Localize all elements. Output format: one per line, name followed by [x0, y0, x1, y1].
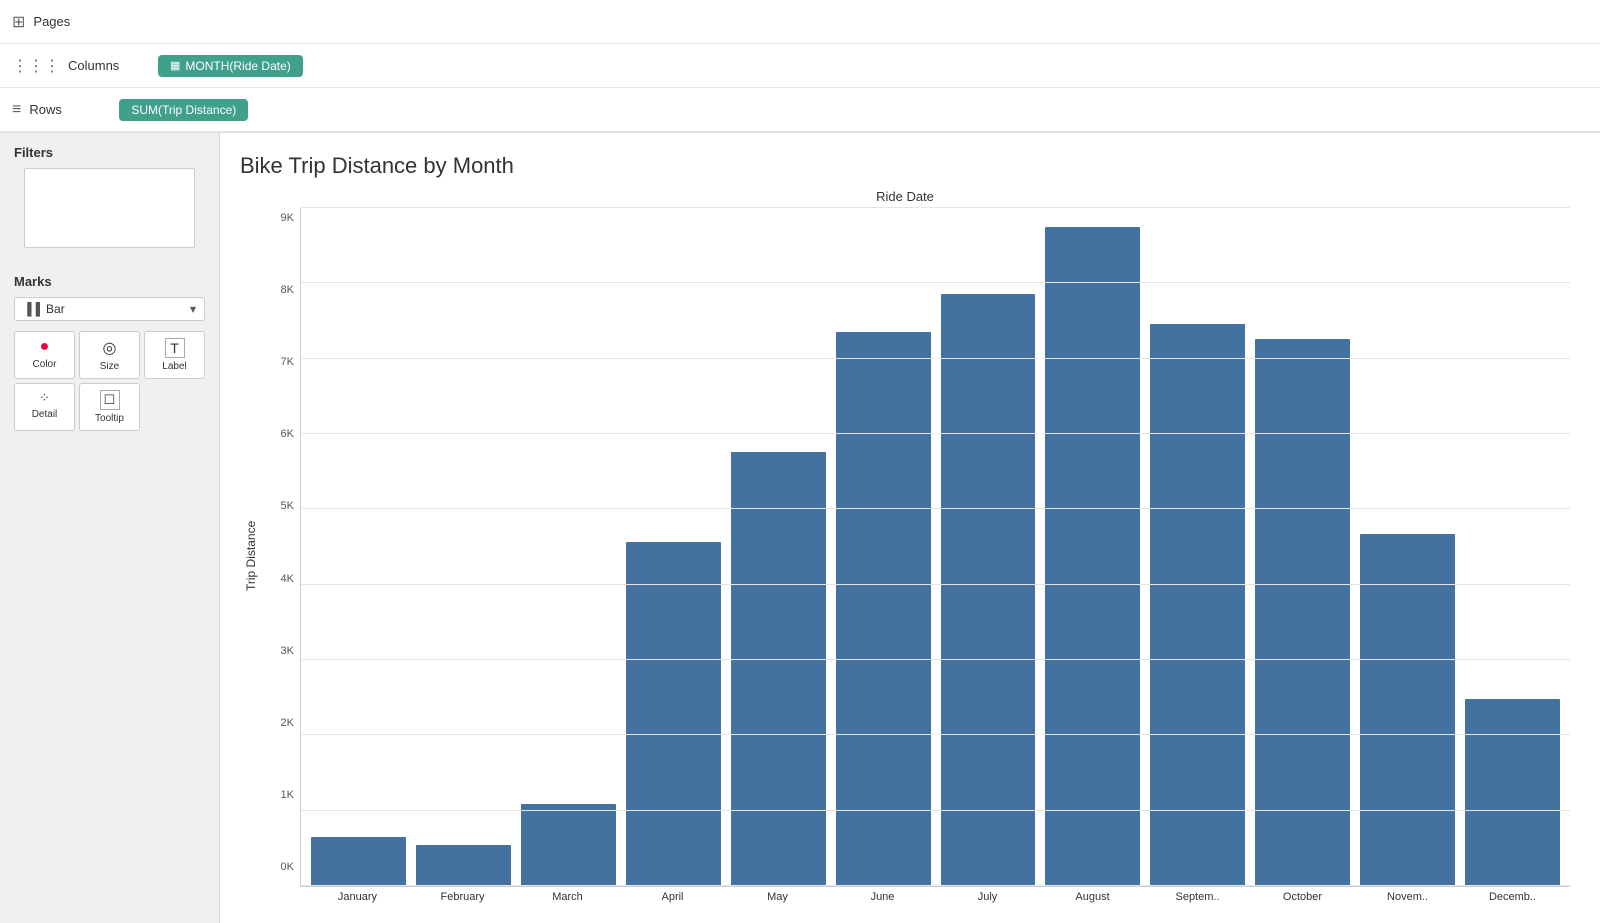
sidebar: Filters Marks ▐▐ Bar ▾ ● Color ◎ Size [0, 133, 220, 923]
columns-pill[interactable]: ▦ MONTH(Ride Date) [158, 55, 303, 77]
calendar-icon: ▦ [170, 59, 180, 72]
bar-group[interactable] [626, 212, 721, 886]
x-labels: January February March April May June July Augu… [300, 887, 1570, 903]
rows-icon: ≡ [12, 101, 21, 119]
x-label: August [1045, 887, 1140, 903]
x-label: February [415, 887, 510, 903]
bars-area [300, 208, 1570, 887]
x-label: July [940, 887, 1035, 903]
bar-chart-icon: ▐▐ [23, 302, 40, 316]
marks-buttons-grid: ● Color ◎ Size T Label ⁘ Detail ☐ Tool [14, 331, 205, 431]
x-label: Decemb.. [1465, 887, 1560, 903]
bars-and-yaxis: 0K 1K 2K 3K 4K 5K 6K 7K 8K 9K January February Marc… [264, 208, 1570, 903]
x-axis-title: Ride Date [240, 189, 1570, 204]
color-button[interactable]: ● Color [14, 331, 75, 379]
y-tick: 9K [264, 212, 294, 224]
size-label: Size [100, 361, 119, 372]
color-icon: ● [40, 338, 50, 356]
marks-title: Marks [14, 274, 205, 289]
x-label: March [520, 887, 615, 903]
marks-type-label: Bar [46, 302, 65, 316]
marks-section: Marks ▐▐ Bar ▾ ● Color ◎ Size T Label [0, 264, 219, 443]
tooltip-icon: ☐ [100, 390, 120, 410]
rows-shelf: ≡ Rows SUM(Trip Distance) [0, 88, 1600, 132]
y-tick: 4K [264, 573, 294, 585]
columns-shelf: ⋮⋮⋮ Columns ▦ MONTH(Ride Date) [0, 44, 1600, 88]
y-tick: 7K [264, 356, 294, 368]
bar[interactable] [1150, 324, 1245, 886]
x-label: May [730, 887, 825, 903]
y-tick: 5K [264, 500, 294, 512]
x-label: April [625, 887, 720, 903]
y-axis-title: Trip Distance [240, 208, 264, 903]
x-label: October [1255, 887, 1350, 903]
bar[interactable] [1255, 339, 1350, 886]
y-ticks: 0K 1K 2K 3K 4K 5K 6K 7K 8K 9K [264, 208, 300, 903]
bar[interactable] [731, 452, 826, 886]
bar[interactable] [1465, 699, 1560, 886]
y-tick: 1K [264, 789, 294, 801]
tooltip-label: Tooltip [95, 413, 124, 424]
shelves-panel: ⊞ Pages ⋮⋮⋮ Columns ▦ MONTH(Ride Date) ≡… [0, 0, 1600, 133]
bar-group[interactable] [1360, 212, 1455, 886]
columns-label: Columns [68, 58, 158, 73]
columns-icon: ⋮⋮⋮ [12, 56, 60, 76]
bar-group[interactable] [1150, 212, 1245, 886]
color-label: Color [33, 359, 57, 370]
x-label: Septem.. [1150, 887, 1245, 903]
bar-group[interactable] [521, 212, 616, 886]
marks-type-dropdown[interactable]: ▐▐ Bar ▾ [14, 297, 205, 321]
pages-icon: ⊞ [12, 12, 25, 32]
bar-group[interactable] [1045, 212, 1140, 886]
chart-plot-area: Trip Distance 0K 1K 2K 3K 4K 5K 6K 7K 8K 9K Janua… [240, 208, 1570, 903]
tooltip-button[interactable]: ☐ Tooltip [79, 383, 140, 431]
bar[interactable] [1045, 227, 1140, 886]
pages-shelf: ⊞ Pages [0, 0, 1600, 44]
rows-pill[interactable]: SUM(Trip Distance) [119, 99, 248, 121]
bar[interactable] [416, 845, 511, 886]
detail-icon: ⁘ [39, 390, 50, 406]
bar-group[interactable] [836, 212, 931, 886]
bar-group[interactable] [1465, 212, 1560, 886]
bar[interactable] [521, 804, 616, 886]
bar-group[interactable] [1255, 212, 1350, 886]
pages-label: Pages [33, 14, 123, 29]
y-tick: 0K [264, 861, 294, 873]
bar[interactable] [311, 837, 406, 886]
filters-content [24, 168, 195, 248]
bar[interactable] [626, 542, 721, 886]
chart-canvas: 0K 1K 2K 3K 4K 5K 6K 7K 8K 9K January February Marc… [264, 208, 1570, 903]
bar-group[interactable] [731, 212, 826, 886]
detail-button[interactable]: ⁘ Detail [14, 383, 75, 431]
bar-group[interactable] [416, 212, 511, 886]
detail-label: Detail [32, 409, 58, 420]
y-tick: 6K [264, 428, 294, 440]
size-button[interactable]: ◎ Size [79, 331, 140, 379]
chart-title: Bike Trip Distance by Month [240, 153, 1570, 179]
bar-group[interactable] [941, 212, 1036, 886]
x-label: January [310, 887, 405, 903]
bars-container: January February March April May June July Augu… [300, 208, 1570, 903]
label-label: Label [162, 361, 186, 372]
label-icon: T [165, 338, 185, 358]
dropdown-arrow-icon: ▾ [190, 302, 196, 316]
chart-area: Bike Trip Distance by Month Ride Date Tr… [220, 133, 1600, 923]
y-tick: 8K [264, 284, 294, 296]
size-icon: ◎ [103, 338, 117, 358]
x-label: Novem.. [1360, 887, 1455, 903]
x-label: June [835, 887, 930, 903]
bar[interactable] [1360, 534, 1455, 886]
label-button[interactable]: T Label [144, 331, 205, 379]
main-area: Filters Marks ▐▐ Bar ▾ ● Color ◎ Size [0, 133, 1600, 923]
chart-inner: Ride Date Trip Distance 0K 1K 2K 3K 4K 5K 6K 7K… [240, 189, 1570, 903]
rows-label: Rows [29, 102, 119, 117]
y-tick: 2K [264, 717, 294, 729]
filters-title: Filters [14, 145, 205, 160]
bar-group[interactable] [311, 212, 406, 886]
y-tick: 3K [264, 645, 294, 657]
filters-section: Filters [0, 133, 219, 264]
bar[interactable] [836, 332, 931, 886]
bar[interactable] [941, 294, 1036, 886]
